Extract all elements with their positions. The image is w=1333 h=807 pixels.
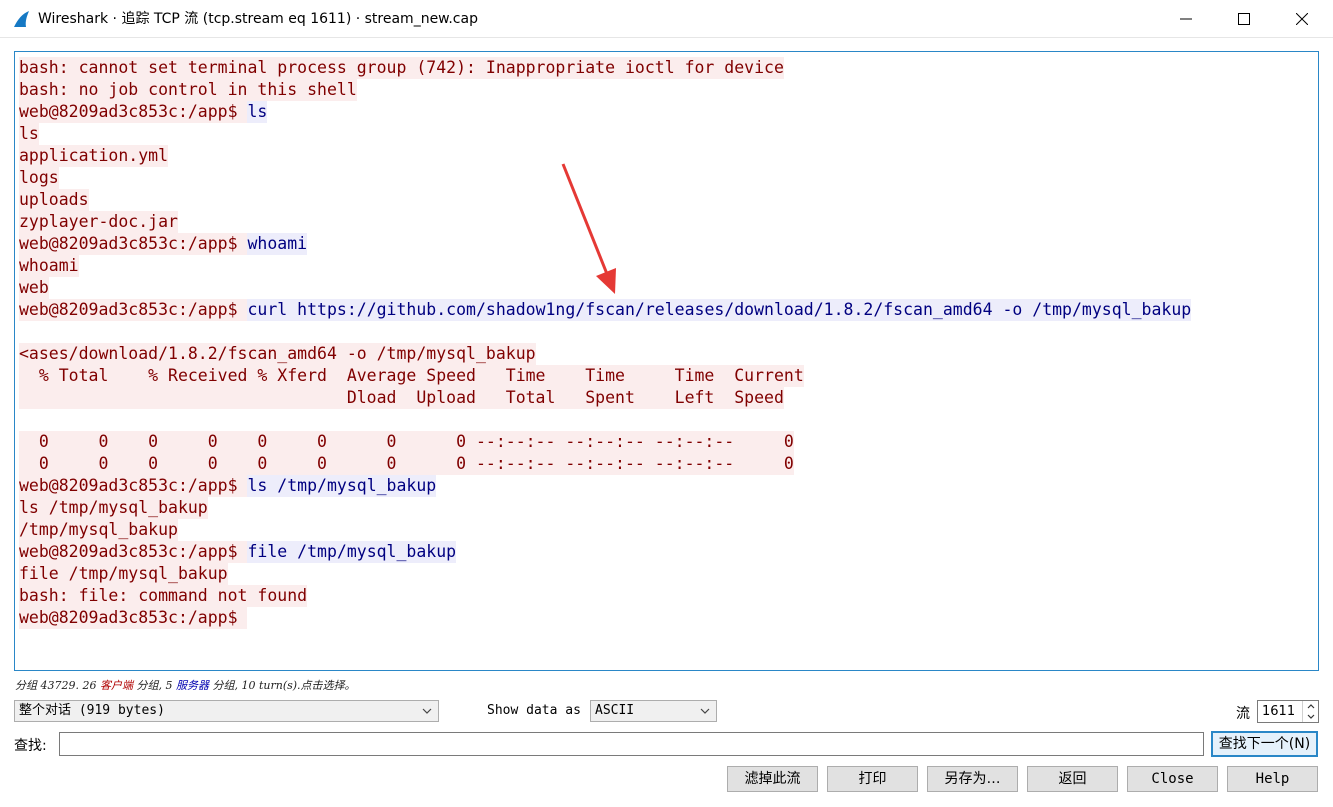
stream-number-value: 1611 [1262,704,1296,719]
chevron-down-icon [422,708,432,714]
show-data-label: Show data as [487,703,581,718]
status-server: 服务器 [175,679,209,692]
close-icon [1296,13,1308,25]
window-title: Wireshark · 追踪 TCP 流 (tcp.stream eq 1611… [38,11,478,27]
chevron-down-icon [1307,714,1314,719]
annotation-arrow [561,163,616,294]
save-as-button[interactable]: 另存为… [927,766,1018,792]
status-mid: 分组, 5 [132,679,176,692]
spin-down-button[interactable] [1303,711,1318,721]
maximize-button[interactable] [1215,0,1273,38]
back-button[interactable]: 返回 [1027,766,1118,792]
stream-status-text: 分组 43729. 26 客户端 分组, 5 服务器 分组, 10 turn(s… [15,677,356,693]
close-window-button[interactable] [1273,0,1331,38]
spinbox-buttons [1302,701,1318,722]
status-suffix: 分组, 10 turn(s).点击选择。 [208,679,356,692]
minimize-button[interactable] [1157,0,1215,38]
print-button[interactable]: 打印 [827,766,918,792]
chevron-up-icon [1307,703,1314,708]
title-bar: Wireshark · 追踪 TCP 流 (tcp.stream eq 1611… [0,0,1333,38]
filter-out-stream-button[interactable]: 滤掉此流 [727,766,818,792]
stream-number-spinbox[interactable]: 1611 [1257,700,1319,723]
close-button[interactable]: Close [1127,766,1218,792]
status-prefix: 分组 43729. 26 [15,679,100,692]
find-next-button[interactable]: 查找下一个(N) [1211,731,1318,757]
encoding-select-value: ASCII [595,703,635,718]
find-input[interactable] [59,732,1204,756]
conversation-select[interactable]: 整个对话 (919 bytes) [14,700,439,722]
status-client: 客户端 [99,679,133,692]
stream-content-area[interactable]: bash: cannot set terminal process group … [14,51,1319,671]
encoding-select[interactable]: ASCII [590,700,717,722]
spin-up-button[interactable] [1303,701,1318,711]
stream-number-label: 流 [1236,706,1250,722]
conversation-select-value: 整个对话 (919 bytes) [19,703,165,718]
maximize-icon [1238,13,1250,25]
wireshark-fin-icon [14,11,29,27]
minimize-icon [1180,18,1192,20]
chevron-down-icon [700,708,710,714]
help-button[interactable]: Help [1227,766,1318,792]
find-label: 查找: [14,738,47,754]
